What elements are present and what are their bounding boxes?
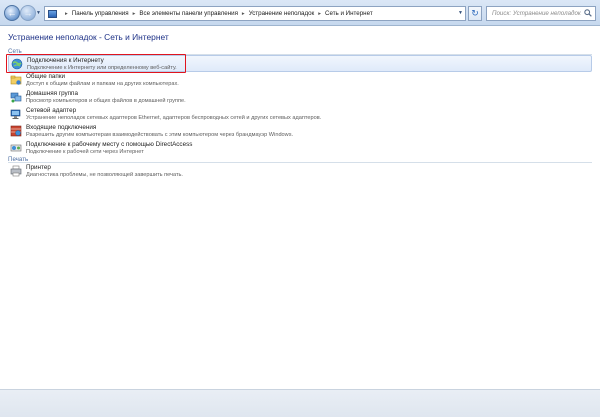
breadcrumb-control-panel[interactable]: Панель управления: [72, 10, 129, 17]
details-pane: [0, 389, 600, 417]
address-toolbar: ← → ▼ ▸ Панель управления ▸ Все элементы…: [0, 0, 600, 26]
item-description: Подключение к рабочей сети через Интерне…: [26, 148, 144, 155]
chevron-down-icon[interactable]: ▼: [458, 10, 463, 16]
search-input[interactable]: Поиск: Устранение неполадок: [486, 6, 596, 21]
page-title: Устранение неполадок - Сеть и Интернет: [8, 32, 169, 42]
item-description: Просмотр компьютеров и общих файлов в до…: [26, 97, 186, 104]
troubleshooter-shared-folders[interactable]: Общие папки Доступ к общим файлам и папк…: [8, 72, 592, 89]
refresh-button[interactable]: ↻: [468, 6, 482, 21]
breadcrumb-all-items[interactable]: Все элементы панели управления: [139, 10, 238, 17]
forward-button[interactable]: →: [20, 5, 36, 21]
item-description: Доступ к общим файлам и папкам на других…: [26, 80, 179, 87]
troubleshooter-homegroup[interactable]: Домашняя группа Просмотр компьютеров и о…: [8, 89, 592, 106]
directaccess-icon: [10, 144, 22, 152]
control-panel-icon: [48, 9, 57, 18]
content-pane: Устранение неполадок - Сеть и Интернет С…: [0, 27, 600, 389]
printer-icon: [10, 165, 22, 177]
breadcrumb-troubleshooting[interactable]: Устранение неполадок: [249, 10, 315, 17]
breadcrumb-network-internet[interactable]: Сеть и Интернет: [325, 10, 373, 17]
troubleshooter-network-adapter[interactable]: Сетевой адаптер Устранение неполадок сет…: [8, 106, 592, 123]
highlight-annotation-box: [6, 54, 186, 73]
item-title: Входящие подключения: [26, 124, 97, 131]
breadcrumb-separator[interactable]: ▸: [133, 11, 136, 17]
breadcrumb-separator[interactable]: ▸: [242, 11, 245, 17]
search-icon[interactable]: [584, 9, 592, 17]
breadcrumb-separator[interactable]: ▸: [318, 11, 321, 17]
incoming-connections-icon: [10, 125, 22, 137]
shared-folders-icon: [10, 75, 22, 85]
back-button[interactable]: ←: [4, 5, 20, 21]
troubleshooter-printer[interactable]: Принтер Диагностика проблемы, не позволя…: [8, 163, 592, 180]
item-title: Принтер: [26, 164, 51, 171]
recent-pages-dropdown[interactable]: ▼: [36, 10, 41, 16]
item-title: Сетевой адаптер: [26, 107, 77, 114]
item-title: Общие папки: [26, 73, 66, 80]
search-placeholder: Поиск: Устранение неполадок: [492, 10, 581, 17]
breadcrumb-separator[interactable]: ▸: [65, 11, 68, 17]
troubleshooter-incoming-connections[interactable]: Входящие подключения Разрешить другим ко…: [8, 123, 592, 140]
item-title: Домашняя группа: [26, 90, 78, 97]
address-bar[interactable]: ▸ Панель управления ▸ Все элементы панел…: [44, 6, 466, 21]
item-description: Устранение неполадок сетевых адаптеров E…: [26, 114, 322, 121]
homegroup-icon: [10, 92, 22, 103]
troubleshooter-directaccess[interactable]: Подключение к рабочему месту с помощью D…: [8, 140, 592, 157]
item-title: Подключение к рабочему месту с помощью D…: [26, 141, 193, 148]
network-adapter-icon: [10, 109, 21, 119]
item-description: Разрешить другим компьютерам взаимодейст…: [26, 131, 294, 138]
item-description: Диагностика проблемы, не позволяющей зав…: [26, 171, 183, 178]
